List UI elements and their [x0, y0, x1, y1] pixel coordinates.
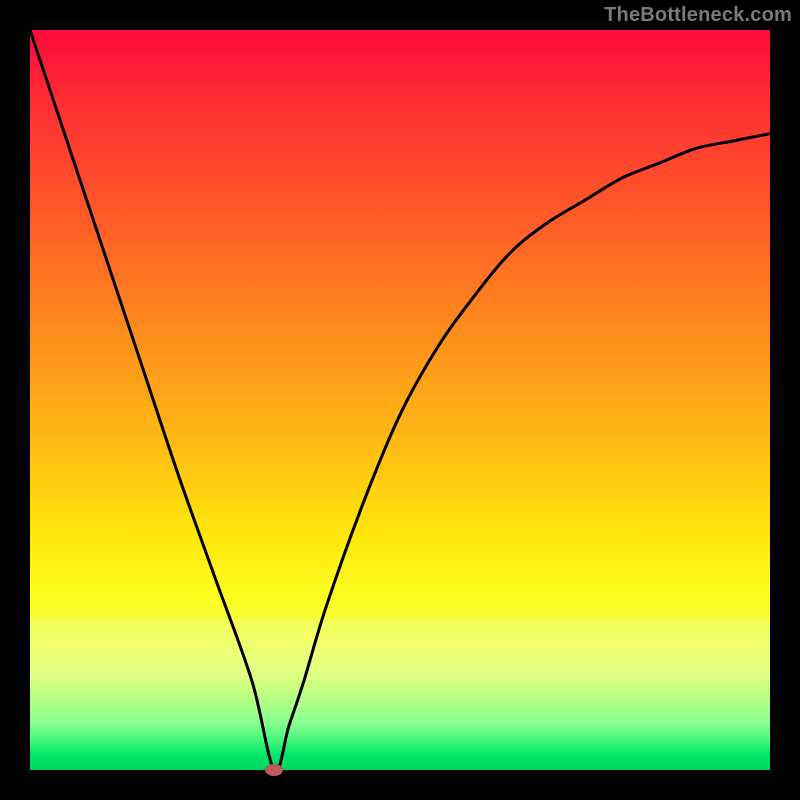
plot-area — [30, 30, 770, 770]
chart-frame: TheBottleneck.com — [0, 0, 800, 800]
optimum-marker — [265, 764, 283, 776]
curve-layer — [30, 30, 770, 770]
yellow-highlight-band — [30, 620, 770, 680]
bottleneck-curve — [30, 30, 770, 770]
watermark-text: TheBottleneck.com — [604, 4, 792, 27]
